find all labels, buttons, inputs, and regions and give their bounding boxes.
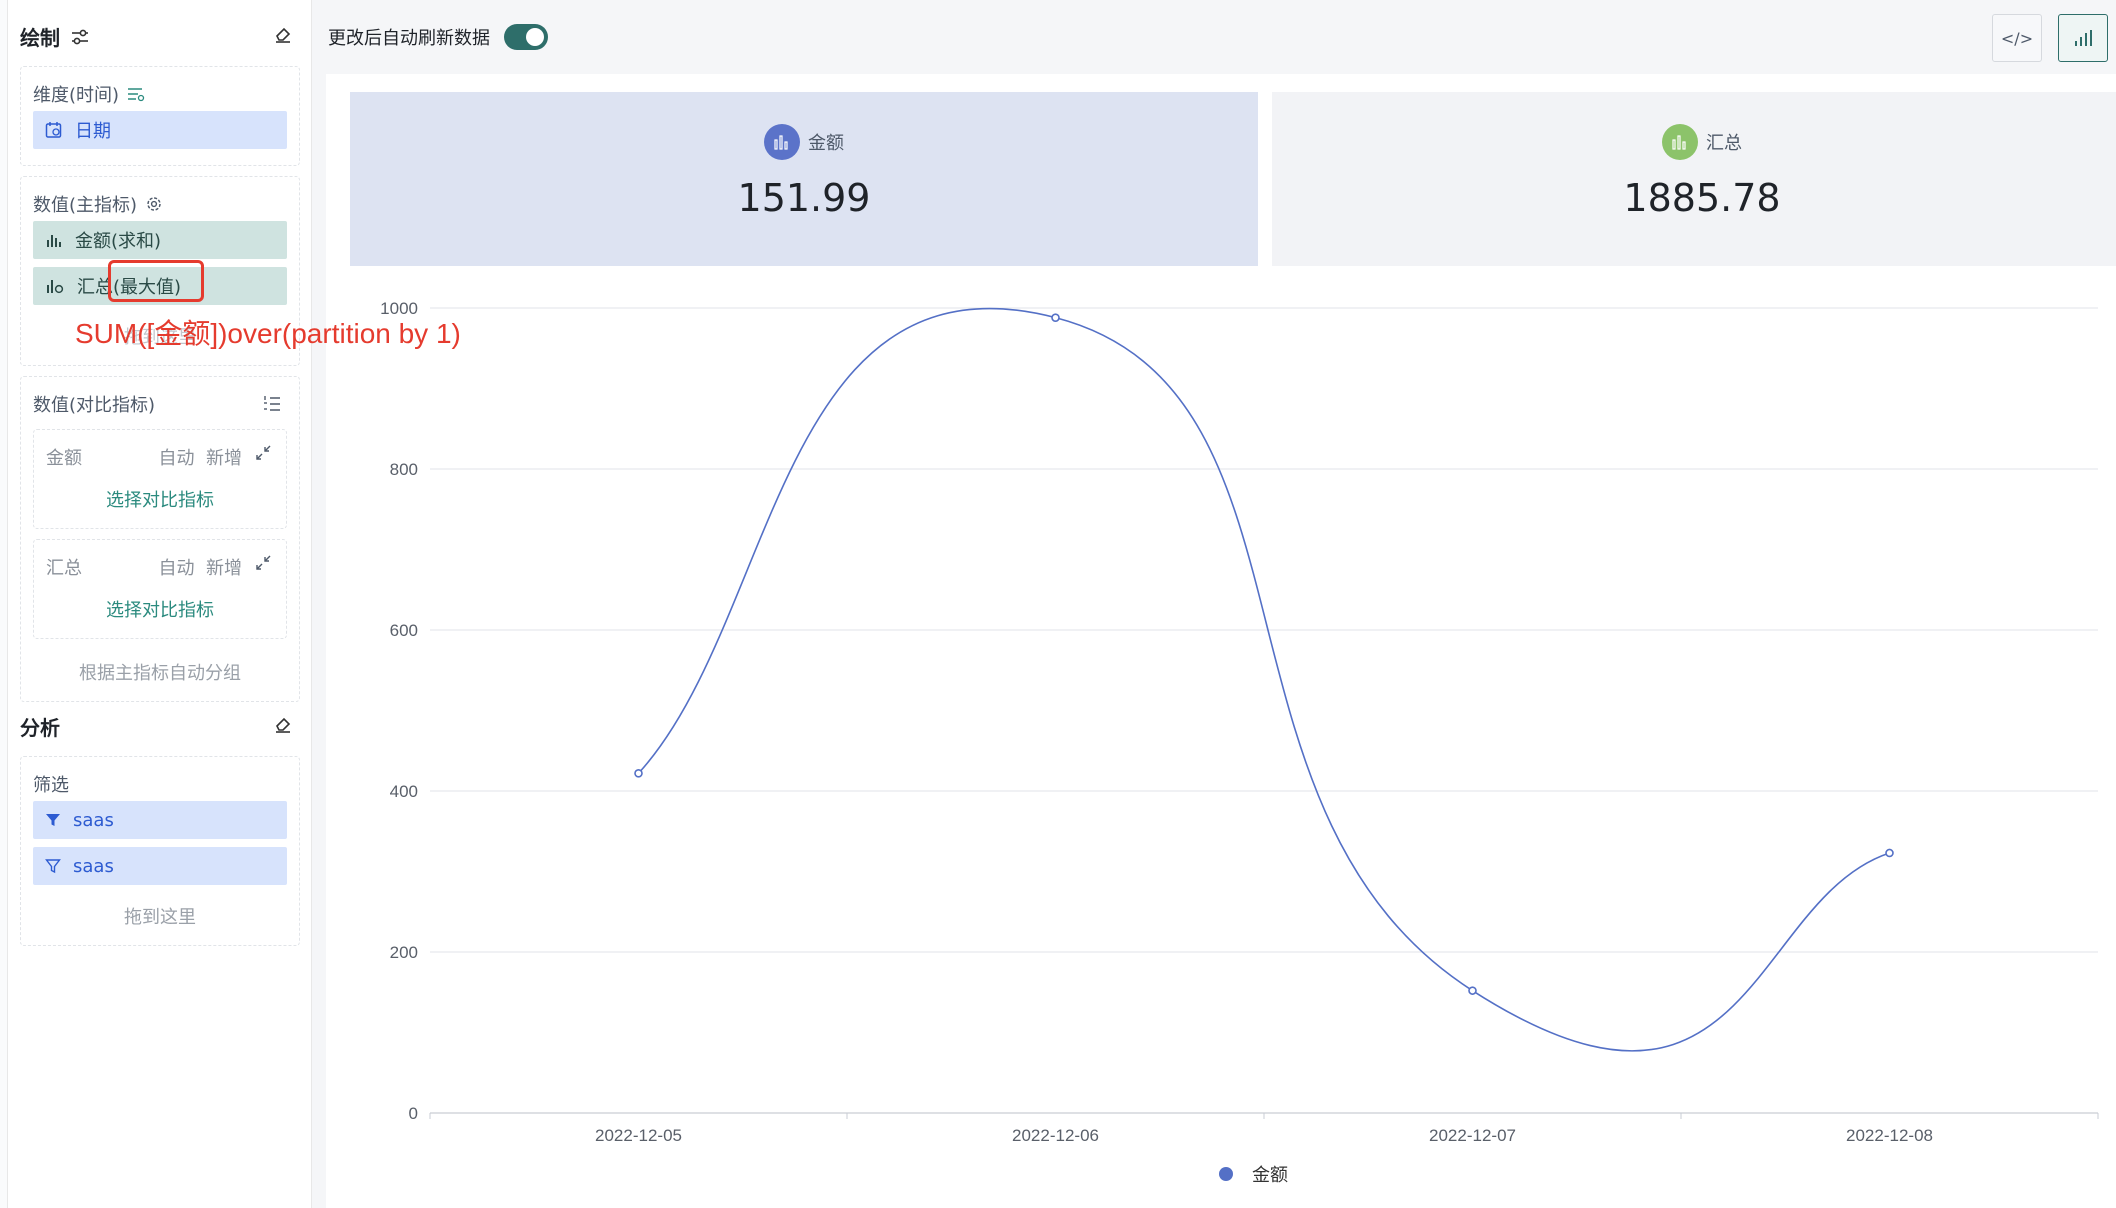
data-point bbox=[1051, 313, 1060, 322]
y-tick-label: 0 bbox=[409, 1104, 418, 1123]
x-tick-label: 2022-12-08 bbox=[1846, 1126, 1933, 1145]
data-point bbox=[634, 768, 643, 778]
line-chart: 02004006008001000 2022-12-05 2022-12-06 20… bbox=[380, 299, 2099, 1185]
data-point bbox=[1885, 848, 1894, 858]
legend-label: 金额 bbox=[1252, 1165, 1288, 1185]
annotation-highlight-box bbox=[108, 260, 204, 302]
x-tick-label: 2022-12-07 bbox=[1429, 1126, 1516, 1145]
x-tick-label: 2022-12-06 bbox=[1012, 1126, 1099, 1145]
annotation-text: SUM([金额])over(partition by 1) bbox=[75, 318, 461, 349]
y-tick-label: 200 bbox=[390, 943, 418, 962]
x-tick-label: 2022-12-05 bbox=[595, 1126, 682, 1145]
legend-marker bbox=[1219, 1167, 1233, 1181]
y-tick-label: 800 bbox=[390, 460, 418, 479]
data-point bbox=[1468, 986, 1477, 995]
series-line bbox=[637, 307, 1890, 1052]
chart-legend[interactable]: 金额 bbox=[1219, 1165, 1288, 1185]
y-tick-label: 400 bbox=[390, 782, 418, 801]
y-tick-label: 600 bbox=[390, 621, 418, 640]
